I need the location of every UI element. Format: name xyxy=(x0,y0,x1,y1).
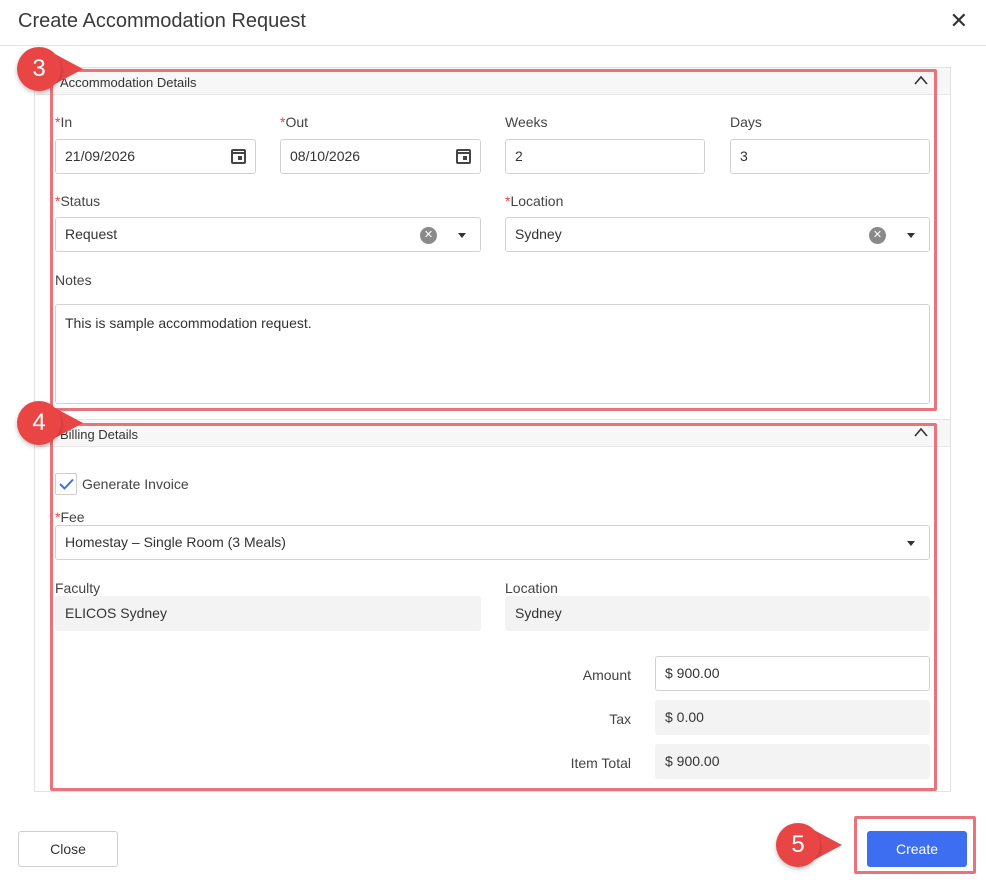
in-date-value: 21/09/2026 xyxy=(65,148,136,164)
location-value: Sydney xyxy=(515,226,562,242)
dialog-title: Create Accommodation Request xyxy=(18,10,306,32)
in-date-input[interactable]: 21/09/2026 xyxy=(55,139,256,174)
billing-details-header[interactable]: Billing Details xyxy=(36,419,950,447)
generate-invoice-checkbox[interactable] xyxy=(55,473,77,495)
chevron-up-icon[interactable] xyxy=(914,426,928,440)
item-total-label: Item Total xyxy=(570,755,631,771)
out-label: *Out xyxy=(280,114,309,130)
item-total-field: $ 900.00 xyxy=(655,744,930,779)
dialog-header: Create Accommodation Request ✕ xyxy=(0,0,986,46)
close-icon[interactable]: ✕ xyxy=(950,9,968,33)
faculty-field: ELICOS Sydney xyxy=(55,596,481,631)
notes-label: Notes xyxy=(55,272,92,288)
billing-location-label: Location xyxy=(505,580,558,596)
billing-location-field: Sydney xyxy=(505,596,930,631)
caret-down-icon[interactable] xyxy=(907,233,915,238)
fee-label: *Fee xyxy=(55,509,85,525)
calendar-icon[interactable] xyxy=(231,149,246,164)
faculty-label: Faculty xyxy=(55,580,101,596)
generate-invoice-label[interactable]: Generate Invoice xyxy=(82,476,189,492)
tax-field: $ 0.00 xyxy=(655,700,930,735)
step-badge-4: 4 xyxy=(17,401,89,445)
accommodation-details-header[interactable]: Accommodation Details xyxy=(36,67,950,95)
days-input[interactable]: 3 xyxy=(730,139,930,174)
in-label: *In xyxy=(55,114,73,130)
days-label: Days xyxy=(730,114,762,130)
step-badge-3: 3 xyxy=(17,47,89,91)
status-label: *Status xyxy=(55,193,101,209)
location-label: *Location xyxy=(505,193,564,209)
calendar-icon[interactable] xyxy=(456,149,471,164)
notes-textarea[interactable]: This is sample accommodation request. xyxy=(55,304,930,404)
chevron-up-icon[interactable] xyxy=(914,74,928,88)
checkmark-icon xyxy=(59,478,74,490)
out-date-value: 08/10/2026 xyxy=(290,148,361,164)
amount-input[interactable]: $ 900.00 xyxy=(655,656,930,691)
caret-down-icon[interactable] xyxy=(907,541,915,546)
status-select[interactable]: Request ✕ xyxy=(55,217,481,252)
status-value: Request xyxy=(65,226,118,242)
step-badge-5: 5 xyxy=(776,823,848,867)
location-select[interactable]: Sydney ✕ xyxy=(505,217,930,252)
weeks-input[interactable]: 2 xyxy=(505,139,705,174)
weeks-label: Weeks xyxy=(505,114,548,130)
close-button[interactable]: Close xyxy=(18,831,118,867)
tax-label: Tax xyxy=(609,711,631,727)
create-button[interactable]: Create xyxy=(867,831,967,867)
clear-icon[interactable]: ✕ xyxy=(420,227,437,244)
amount-label: Amount xyxy=(582,667,631,683)
clear-icon[interactable]: ✕ xyxy=(869,227,886,244)
fee-select[interactable]: Homestay – Single Room (3 Meals) xyxy=(55,525,930,560)
out-date-input[interactable]: 08/10/2026 xyxy=(280,139,481,174)
fee-value: Homestay – Single Room (3 Meals) xyxy=(65,534,286,550)
caret-down-icon[interactable] xyxy=(458,233,466,238)
